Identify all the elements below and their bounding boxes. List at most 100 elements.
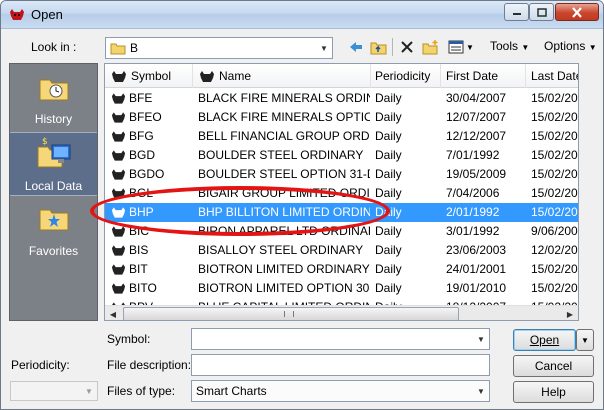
place-favorites[interactable]: Favorites [10, 198, 97, 262]
chevron-down-icon[interactable]: ▼ [81, 382, 97, 400]
back-button[interactable] [346, 38, 366, 56]
chevron-down-icon[interactable]: ▼ [473, 381, 489, 401]
cell-last-date: 15/02/20 [531, 110, 578, 124]
cell-first-date: 7/04/2006 [446, 186, 500, 200]
cell-symbol: BIC [111, 222, 191, 241]
cell-first-date: 19/01/2010 [446, 281, 507, 295]
table-row[interactable]: BHP BHP BILLITON LIMITED ORDINARY Daily 2/0… [105, 203, 578, 222]
table-row[interactable]: BFG BELL FINANCIAL GROUP ORDINARY Daily 12/… [105, 127, 578, 146]
cell-symbol: BFG [111, 127, 191, 146]
bull-icon [111, 131, 126, 142]
look-in-label: Look in : [31, 40, 77, 54]
maximize-icon [536, 7, 547, 17]
cell-symbol: BFEO [111, 108, 191, 127]
files-of-type-value: Smart Charts [196, 384, 267, 398]
symbol-input[interactable]: ▼ [191, 328, 490, 350]
views-button[interactable]: ▼ [446, 38, 476, 56]
table-row[interactable]: BIT BIOTRON LIMITED ORDINARY Daily 24/01/20… [105, 260, 578, 279]
cell-first-date: 19/05/2009 [446, 167, 507, 181]
cell-periodicity: Daily [375, 110, 402, 124]
chevron-down-icon[interactable]: ▼ [316, 38, 332, 58]
minimize-button[interactable] [504, 3, 529, 21]
bull-icon [111, 150, 126, 161]
column-header-first-date[interactable]: First Date [441, 64, 526, 88]
maximize-button[interactable] [529, 3, 554, 21]
cancel-button[interactable]: Cancel [513, 355, 594, 377]
table-row[interactable]: BGD BOULDER STEEL ORDINARY Daily 7/01/1992 1… [105, 146, 578, 165]
file-list[interactable]: Symbol Name Periodicity First Date Last … [104, 63, 579, 321]
periodicity-combo[interactable]: ▼ [10, 381, 98, 401]
cell-symbol: BGL [111, 184, 191, 203]
back-arrow-icon [350, 42, 362, 52]
bull-icon [111, 169, 126, 180]
table-row[interactable]: BITO BIOTRON LIMITED OPTION 30-JUN Daily 19… [105, 279, 578, 298]
periodicity-label: Periodicity: [11, 358, 70, 372]
cell-last-date: 15/02/20 [531, 186, 578, 200]
table-row[interactable]: BIS BISALLOY STEEL ORDINARY Daily 23/06/200… [105, 241, 578, 260]
chevron-down-icon[interactable]: ▼ [473, 329, 489, 349]
up-folder-button[interactable] [369, 38, 389, 56]
table-row[interactable]: BFEO BLACK FIRE MINERALS OPTION Daily 12/07… [105, 108, 578, 127]
close-button[interactable] [555, 3, 599, 21]
scroll-left-icon[interactable]: ◀ [105, 306, 121, 320]
files-of-type-combo[interactable]: Smart Charts ▼ [191, 380, 490, 402]
cell-periodicity: Daily [375, 91, 402, 105]
look-in-combo[interactable]: B ▼ [105, 37, 333, 59]
open-dialog: Open Look in : B ▼ ▼ Tools ▼ Options ▼ H… [0, 0, 604, 410]
bull-icon [111, 245, 126, 256]
cell-periodicity: Daily [375, 262, 402, 276]
minimize-icon [512, 13, 521, 15]
cell-first-date: 7/01/1992 [446, 148, 500, 162]
cell-periodicity: Daily [375, 167, 402, 181]
place-local-data[interactable]: $ Local Data [10, 132, 97, 196]
bull-icon [200, 71, 214, 83]
horizontal-scrollbar[interactable]: ◀ ▶ [105, 305, 578, 320]
new-folder-button[interactable] [421, 38, 441, 56]
bull-icon [111, 112, 126, 123]
bull-icon [112, 71, 126, 83]
table-row[interactable]: BGDO BOULDER STEEL OPTION 31-DEC Daily 19/0… [105, 165, 578, 184]
open-dropdown-button[interactable]: ▼ [576, 329, 594, 351]
favorites-folder-icon [39, 209, 69, 231]
up-folder-icon [370, 42, 387, 55]
cell-name: BLACK FIRE MINERALS ORDINARY [198, 91, 370, 105]
column-header-name[interactable]: Name [193, 64, 371, 88]
help-button[interactable]: Help [513, 381, 594, 403]
column-header-periodicity[interactable]: Periodicity [371, 64, 441, 88]
options-menu[interactable]: Options ▼ [544, 39, 597, 53]
column-header-last-date[interactable]: Last Date [526, 64, 578, 88]
table-row[interactable]: BIC BIRON APPAREL LTD ORDINARY Daily 3/01/1… [105, 222, 578, 241]
place-favorites-label: Favorites [28, 244, 79, 258]
bull-icon [111, 93, 126, 104]
table-row[interactable]: BFE BLACK FIRE MINERALS ORDINARY Daily 30/0… [105, 89, 578, 108]
cell-last-date: 9/06/200 [531, 224, 578, 238]
help-button-label: Help [541, 385, 566, 399]
cell-name: BHP BILLITON LIMITED ORDINARY [198, 205, 370, 219]
cell-periodicity: Daily [375, 148, 402, 162]
bull-icon [10, 9, 24, 20]
place-history[interactable]: History [10, 66, 97, 130]
cell-symbol: BIS [111, 241, 191, 260]
open-button[interactable]: Open [513, 329, 576, 351]
cell-name: BELL FINANCIAL GROUP ORDINARY [198, 129, 370, 143]
scroll-right-icon[interactable]: ▶ [562, 306, 578, 320]
cell-symbol: BHP [111, 203, 191, 222]
delete-button[interactable] [397, 38, 417, 56]
table-row[interactable]: BGL BIGAIR GROUP LIMITED ORDINARY Daily 7/0… [105, 184, 578, 203]
bull-icon [111, 188, 126, 199]
cell-name: BIOTRON LIMITED OPTION 30-JUN [198, 281, 370, 295]
tools-menu[interactable]: Tools ▼ [490, 39, 529, 53]
file-description-input[interactable] [191, 354, 490, 376]
cell-symbol: BFE [111, 89, 191, 108]
bull-icon [111, 264, 126, 275]
title-bar[interactable]: Open [1, 1, 603, 29]
cell-symbol: BGD [111, 146, 191, 165]
list-header: Symbol Name Periodicity First Date Last … [105, 64, 578, 88]
cell-first-date: 12/12/2007 [446, 129, 507, 143]
symbol-label: Symbol: [107, 332, 151, 346]
scroll-thumb[interactable] [123, 307, 459, 320]
open-button-label: Open [529, 333, 560, 347]
look-in-value: B [130, 41, 139, 55]
cell-first-date: 24/01/2001 [446, 262, 507, 276]
column-header-symbol[interactable]: Symbol [105, 64, 193, 88]
